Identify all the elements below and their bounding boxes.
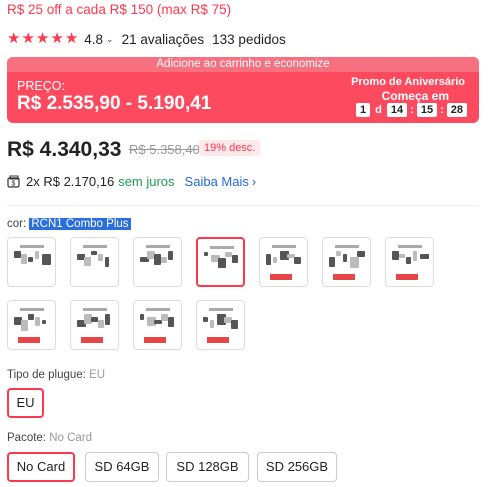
countdown-days: 1: [356, 103, 371, 117]
color-swatch[interactable]: [196, 237, 245, 287]
reviews-count[interactable]: 21 avaliações: [122, 32, 205, 47]
banner-top-text: Adicione ao carrinho e economize: [7, 57, 479, 72]
orders-count: 133 pedidos: [212, 31, 286, 47]
countdown-hours: 14: [386, 103, 408, 117]
countdown-colon: :: [440, 104, 444, 116]
pacote-selected-value: No Card: [49, 432, 93, 444]
color-swatch[interactable]: [70, 237, 119, 287]
price-label: PREÇO:: [17, 79, 65, 93]
star-icon: ★: [21, 30, 35, 47]
color-swatch[interactable]: [7, 237, 56, 287]
color-swatch[interactable]: [196, 300, 245, 350]
installment-row: $ 2x R$ 2.170,16 sem juros Saiba Mais ›: [7, 174, 256, 189]
plug-label-row: Tipo de plugue: EU: [7, 369, 105, 381]
current-price: R$ 4.340,33: [7, 138, 122, 161]
price-banner: Adicione ao carrinho e economize PREÇO: …: [7, 57, 479, 123]
pacote-label-row: Pacote: No Card: [7, 432, 92, 444]
interest-free-text: sem juros: [118, 174, 175, 189]
chevron-right-icon[interactable]: ›: [252, 174, 256, 189]
color-swatch[interactable]: [322, 237, 371, 287]
countdown-colon: :: [410, 104, 414, 116]
chevron-down-icon[interactable]: ⌄: [106, 34, 114, 45]
installment-icon: $: [7, 175, 20, 188]
discount-badge: 19% desc.: [199, 140, 261, 156]
color-swatch[interactable]: [259, 237, 308, 287]
learn-more-link[interactable]: Saiba Mais: [185, 174, 249, 189]
promo-subtitle: Começa em: [381, 89, 449, 103]
svg-text:$: $: [12, 180, 16, 187]
star-icon: ★: [50, 30, 64, 47]
plug-option-eu[interactable]: EU: [7, 388, 44, 418]
star-icon: ★: [64, 30, 79, 47]
pacote-option-sd-128gb[interactable]: SD 128GB: [166, 452, 249, 482]
color-swatch[interactable]: [7, 300, 56, 350]
star-icon: ★: [35, 30, 50, 47]
color-selected-value: RCN1 Combo Plus: [29, 218, 131, 230]
pacote-option-sd-64gb[interactable]: SD 64GB: [85, 452, 159, 482]
rating-stars: ★ ★ ★ ★ ★: [7, 31, 78, 47]
color-label: cor:: [7, 218, 27, 230]
pacote-option-sd-256gb[interactable]: SD 256GB: [257, 452, 337, 482]
pacote-label: Pacote:: [7, 432, 46, 444]
countdown-seconds: 28: [446, 103, 467, 117]
divider: [7, 205, 479, 206]
color-swatch[interactable]: [385, 237, 434, 287]
original-price: R$ 5.358,40: [129, 142, 200, 157]
plug-label: Tipo de plugue:: [7, 369, 86, 381]
plug-selected-value: EU: [89, 369, 106, 381]
color-swatch[interactable]: [133, 237, 182, 287]
pacote-option-no-card[interactable]: No Card: [7, 452, 75, 482]
countdown-day-unit: d: [375, 104, 382, 116]
price-range: R$ 2.535,90 - 5.190,41: [17, 93, 212, 114]
countdown-minutes: 15: [416, 103, 438, 117]
color-swatch[interactable]: [70, 300, 119, 350]
rating-score[interactable]: 4.8: [84, 32, 103, 47]
coupon-text: R$ 25 off a cada R$ 150 (max R$ 75): [7, 2, 232, 17]
color-swatch[interactable]: [133, 300, 182, 350]
star-icon: ★: [7, 30, 21, 47]
countdown: 1 d 14 : 15 : 28: [356, 103, 467, 117]
installment-text: 2x R$ 2.170,16: [26, 174, 115, 189]
color-label-row: cor: RCN1 Combo Plus: [7, 218, 131, 230]
promo-title: Promo de Aniversário: [351, 76, 465, 88]
rating-row: ★ ★ ★ ★ ★ 4.8 ⌄ 21 avaliações 133 pedido…: [7, 31, 286, 47]
